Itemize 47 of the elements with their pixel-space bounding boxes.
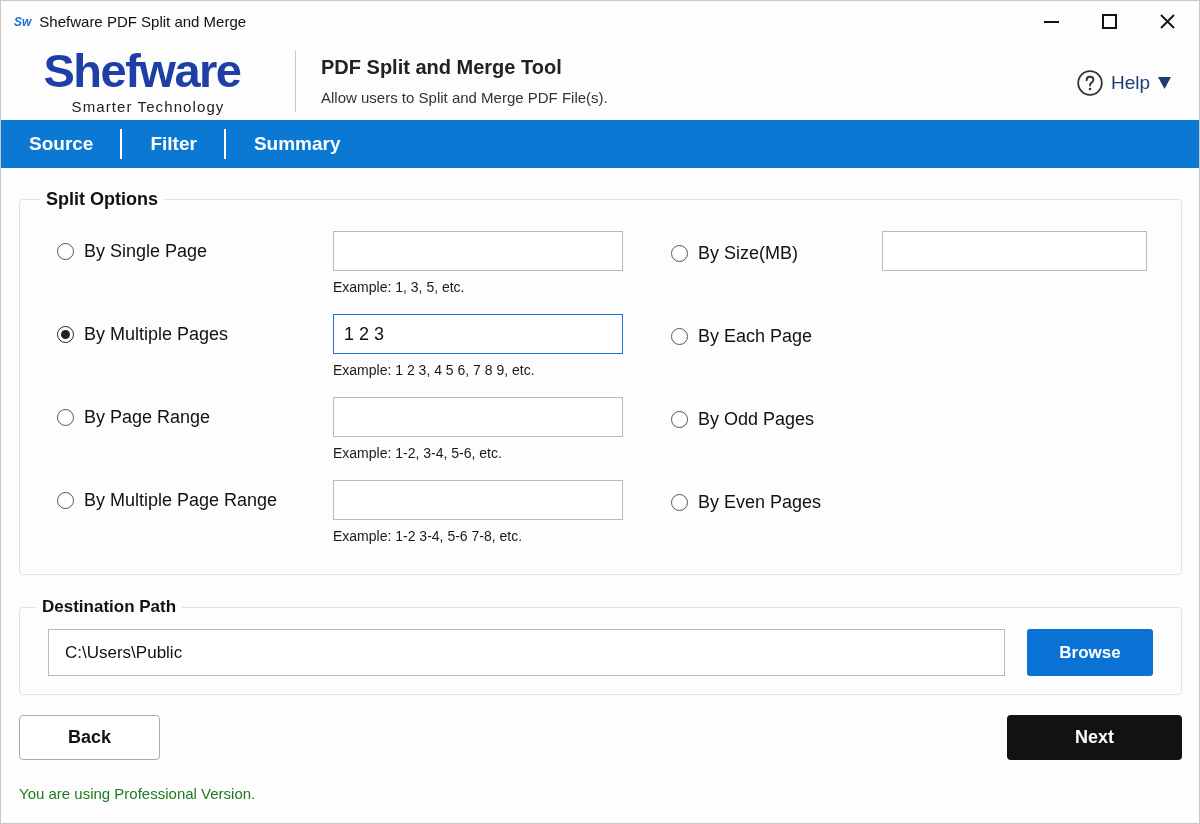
example-hint: Example: 1-2 3-4, 5-6 7-8, etc. bbox=[333, 528, 524, 544]
page-input[interactable] bbox=[333, 231, 623, 271]
radio-button[interactable] bbox=[57, 242, 74, 260]
section-title: Destination Path bbox=[41, 597, 178, 617]
nav-tab[interactable]: Summary bbox=[225, 120, 368, 168]
app-logo: Sw bbox=[14, 14, 32, 29]
option-label: By Size(MB) bbox=[698, 242, 798, 264]
radio-button[interactable] bbox=[57, 491, 74, 509]
brand-logo: Shefware bbox=[43, 47, 241, 94]
license-status: You are using Professional Version. bbox=[19, 785, 257, 802]
example-hint: Example: 1 2 3, 4 5 6, 7 8 9, etc. bbox=[333, 362, 536, 378]
caret-icon bbox=[1158, 77, 1171, 89]
radio-button[interactable] bbox=[57, 408, 74, 426]
window-title: Shefware PDF Split and Merge bbox=[39, 13, 247, 30]
help-button[interactable]: Help bbox=[1076, 70, 1171, 96]
minimize-icon bbox=[1043, 20, 1059, 23]
example-hint: Example: 1, 3, 5, etc. bbox=[333, 279, 466, 295]
back-button[interactable]: Back bbox=[19, 715, 160, 760]
example-hint: Example: 1-2, 3-4, 5-6, etc. bbox=[333, 445, 503, 461]
browse-button[interactable]: Browse bbox=[1027, 629, 1153, 676]
radio-button[interactable] bbox=[57, 325, 74, 343]
path-input[interactable]: C:\Users\Public bbox=[48, 629, 1005, 676]
app-heading: PDF Split and Merge Tool bbox=[321, 56, 563, 79]
page-input[interactable] bbox=[333, 480, 623, 520]
radio-button[interactable] bbox=[671, 493, 688, 511]
option-label: By Page Range bbox=[84, 406, 211, 428]
next-button[interactable]: Next bbox=[1007, 715, 1182, 760]
nav-tab[interactable]: Source bbox=[1, 120, 121, 168]
radio-button[interactable] bbox=[671, 327, 688, 345]
close-icon bbox=[1159, 14, 1175, 29]
maximize-icon bbox=[1101, 14, 1117, 29]
brand-tagline: Smarter Technology bbox=[70, 98, 225, 115]
option-label: By Each Page bbox=[698, 325, 813, 347]
option-label: By Multiple Page Range bbox=[84, 489, 278, 511]
page-input[interactable] bbox=[333, 397, 623, 437]
size-input[interactable] bbox=[882, 231, 1147, 271]
option-label: By Odd Pages bbox=[698, 408, 815, 430]
help-icon bbox=[1076, 70, 1103, 96]
option-label: By Even Pages bbox=[698, 491, 822, 513]
radio-button[interactable] bbox=[671, 244, 688, 262]
nav-tab[interactable]: Filter bbox=[122, 120, 224, 168]
option-label: By Single Page bbox=[84, 240, 208, 262]
page-input[interactable]: 1 2 3 bbox=[333, 314, 623, 354]
option-label: By Multiple Pages bbox=[84, 323, 229, 345]
section-title: Split Options bbox=[45, 189, 159, 210]
radio-button[interactable] bbox=[671, 410, 688, 428]
app-subtitle: Allow users to Split and Merge PDF File(s). bbox=[321, 89, 608, 106]
